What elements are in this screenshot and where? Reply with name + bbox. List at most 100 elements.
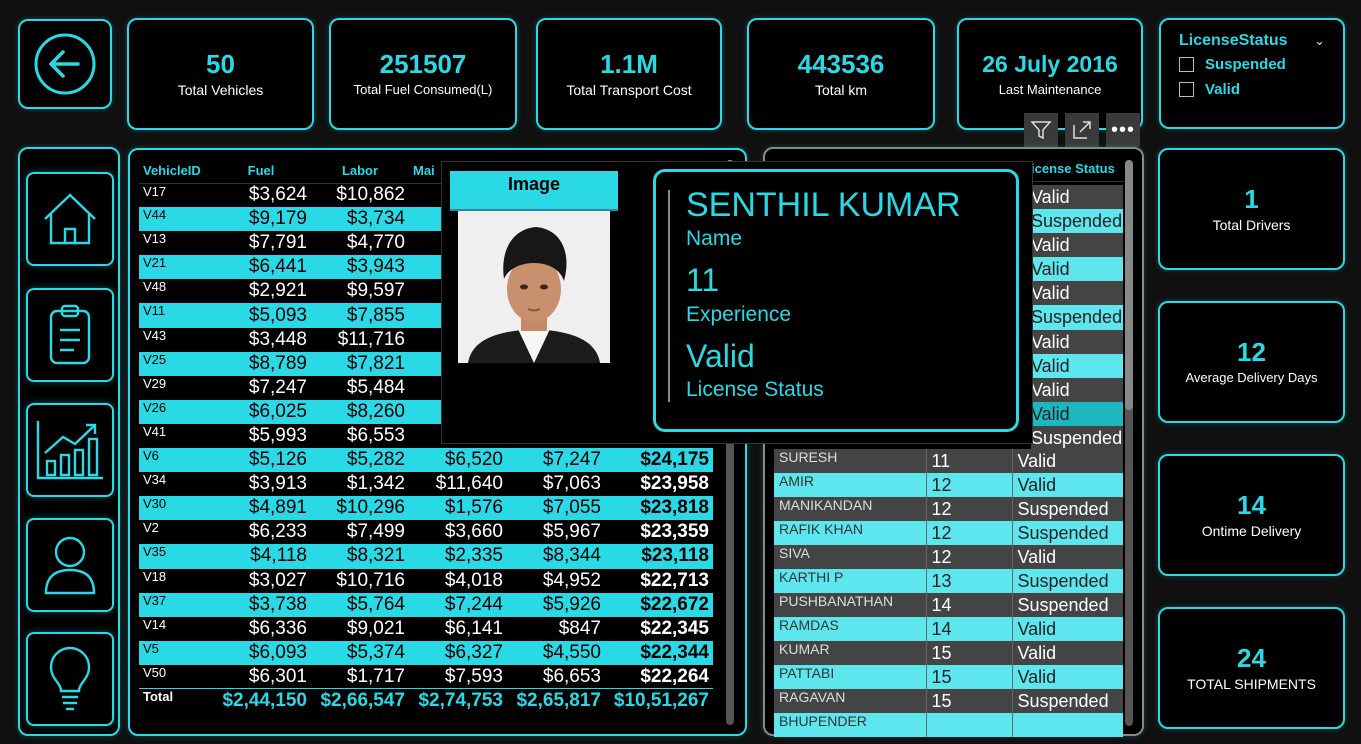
more-options-icon: ••• — [1110, 118, 1135, 141]
table-cell: Valid — [1011, 545, 1123, 569]
table-row[interactable]: RAGAVAN 15 Suspended — [774, 689, 1123, 713]
more-options-button[interactable]: ••• — [1106, 113, 1140, 147]
column-header[interactable]: VehicleID — [139, 159, 211, 184]
nav-user-button[interactable] — [26, 518, 114, 612]
back-button[interactable] — [18, 19, 112, 109]
column-header[interactable]: Labor — [311, 159, 409, 184]
table-cell: $11,640 — [409, 472, 507, 497]
table-row[interactable]: V50 $6,301 $1,717 $7,593 $6,653 $22,264 — [139, 664, 713, 689]
table-row[interactable]: PATTABI 15 Valid — [774, 665, 1123, 689]
driver-status-cell[interactable]: Valid — [1031, 377, 1123, 402]
table-cell: $6,336 — [211, 616, 311, 641]
kpi-label: Total Transport Cost — [566, 82, 692, 98]
table-cell: $7,247 — [507, 448, 605, 473]
table-cell: Suspended — [1011, 689, 1123, 713]
kpi-label: Total Fuel Consumed(L) — [353, 82, 493, 97]
chevron-down-icon[interactable]: ⌄ — [1314, 33, 1325, 49]
table-cell: V17 — [139, 183, 211, 208]
filter-button[interactable] — [1024, 113, 1058, 147]
table-row[interactable]: SURESH 11 Valid — [774, 449, 1123, 473]
table-cell: 15 — [925, 689, 1012, 713]
slicer-option-suspended[interactable]: Suspended — [1179, 56, 1343, 73]
table-row[interactable]: V34 $3,913 $1,342 $11,640 $7,063 $23,958 — [139, 472, 713, 497]
table-cell: $3,734 — [311, 207, 409, 232]
kpi-value: 26 July 2016 — [982, 51, 1118, 77]
total-cell: $2,44,150 — [211, 688, 311, 714]
table-cell: V13 — [139, 231, 211, 256]
driver-status-cell[interactable]: Valid — [1031, 353, 1123, 378]
checkbox[interactable] — [1179, 57, 1194, 72]
table-row[interactable]: V30 $4,891 $10,296 $1,576 $7,055 $23,818 — [139, 496, 713, 521]
driver-status-cell[interactable]: Valid — [1031, 185, 1123, 210]
driver-status-cell[interactable]: Suspended — [1031, 305, 1123, 330]
table-row[interactable]: V18 $3,027 $10,716 $4,018 $4,952 $22,713 — [139, 568, 713, 593]
table-cell — [1011, 713, 1123, 737]
kpi-label: Average Delivery Days — [1185, 370, 1318, 385]
checkbox[interactable] — [1179, 82, 1194, 97]
driver-status-cell[interactable]: Suspended — [1031, 209, 1123, 234]
table-cell: Suspended — [1011, 593, 1123, 617]
kpi-value: 24 — [1237, 643, 1266, 673]
table-row[interactable]: V6 $5,126 $5,282 $6,520 $7,247 $24,175 — [139, 448, 713, 473]
slicer-option-valid[interactable]: Valid — [1179, 81, 1343, 98]
driver-status-cell[interactable]: Valid — [1031, 257, 1123, 282]
driver-status-cell[interactable]: Valid — [1031, 281, 1123, 306]
table-cell: V37 — [139, 592, 211, 617]
total-row: Total $2,44,150 $2,66,547 $2,74,753 $2,65,81… — [139, 688, 713, 714]
table-row[interactable]: KUMAR 15 Valid — [774, 641, 1123, 665]
table-cell: $4,891 — [211, 496, 311, 521]
kpi-label: TOTAL SHIPMENTS — [1187, 676, 1316, 692]
nav-clipboard-button[interactable] — [26, 288, 114, 382]
driver-experience-label: Experience — [686, 303, 792, 326]
kpi-ontime-delivery: 14 Ontime Delivery — [1158, 454, 1345, 576]
table-row[interactable]: V5 $6,093 $5,374 $6,327 $4,550 $22,344 — [139, 640, 713, 665]
driver-status-cell[interactable]: Valid — [1031, 401, 1123, 426]
table-row[interactable]: MANIKANDAN 12 Suspended — [774, 497, 1123, 521]
table-cell: PATTABI — [774, 665, 926, 689]
table-cell: Valid — [1011, 665, 1123, 689]
table-cell: Valid — [1011, 449, 1123, 473]
table-cell: V18 — [139, 568, 211, 593]
column-header[interactable]: Fuel — [211, 159, 311, 184]
kpi-total-drivers: 1 Total Drivers — [1158, 148, 1345, 270]
table-row[interactable]: V35 $4,118 $8,321 $2,335 $8,344 $23,118 — [139, 544, 713, 569]
driver-status-cell[interactable]: Valid — [1031, 329, 1123, 354]
table-row[interactable]: SIVA 12 Valid — [774, 545, 1123, 569]
table-cell: $5,967 — [507, 520, 605, 545]
table-row[interactable]: RAFIK KHAN 12 Suspended — [774, 521, 1123, 545]
kpi-label: Total Vehicles — [177, 82, 264, 98]
table-cell: $10,862 — [311, 183, 409, 208]
focus-mode-button[interactable] — [1065, 113, 1099, 147]
table-row[interactable]: V14 $6,336 $9,021 $6,141 $847 $22,345 — [139, 616, 713, 641]
table-row[interactable]: AMIR 12 Valid — [774, 473, 1123, 497]
nav-analytics-button[interactable] — [26, 403, 114, 497]
nav-home-button[interactable] — [26, 172, 114, 266]
table-cell: $6,441 — [211, 255, 311, 280]
table-cell: $10,716 — [311, 568, 409, 593]
table-cell: V25 — [139, 351, 211, 376]
table-cell: V35 — [139, 544, 211, 569]
kpi-total-km: 443536 Total km — [747, 18, 935, 130]
table-cell: PUSHBANATHAN — [774, 593, 926, 617]
table-cell: Valid — [1011, 473, 1123, 497]
table-cell: Suspended — [1011, 521, 1123, 545]
table-cell: $6,553 — [311, 423, 409, 449]
table-cell: 13 — [925, 569, 1012, 593]
table-cell: $5,374 — [311, 640, 409, 665]
driver-license-label: License Status — [686, 378, 824, 401]
table-cell: RAFIK KHAN — [774, 521, 926, 545]
table-cell: AMIR — [774, 473, 926, 497]
total-cell: Total — [139, 688, 211, 714]
table-row[interactable]: KARTHI P 13 Suspended — [774, 569, 1123, 593]
table-row[interactable]: V2 $6,233 $7,499 $3,660 $5,967 $23,359 — [139, 520, 713, 545]
nav-ideas-button[interactable] — [26, 632, 114, 726]
kpi-value: 14 — [1237, 490, 1266, 520]
table-row[interactable]: V37 $3,738 $5,764 $7,244 $5,926 $22,672 — [139, 592, 713, 617]
table-row[interactable]: BHUPENDER — [774, 713, 1123, 737]
driver-status-cell[interactable]: Suspended — [1031, 425, 1123, 451]
table-row[interactable]: RAMDAS 14 Valid — [774, 617, 1123, 641]
driver-table-scroll-thumb[interactable] — [1125, 160, 1133, 410]
driver-status-cell[interactable]: Valid — [1031, 233, 1123, 258]
table-cell: $6,093 — [211, 640, 311, 665]
table-row[interactable]: PUSHBANATHAN 14 Suspended — [774, 593, 1123, 617]
